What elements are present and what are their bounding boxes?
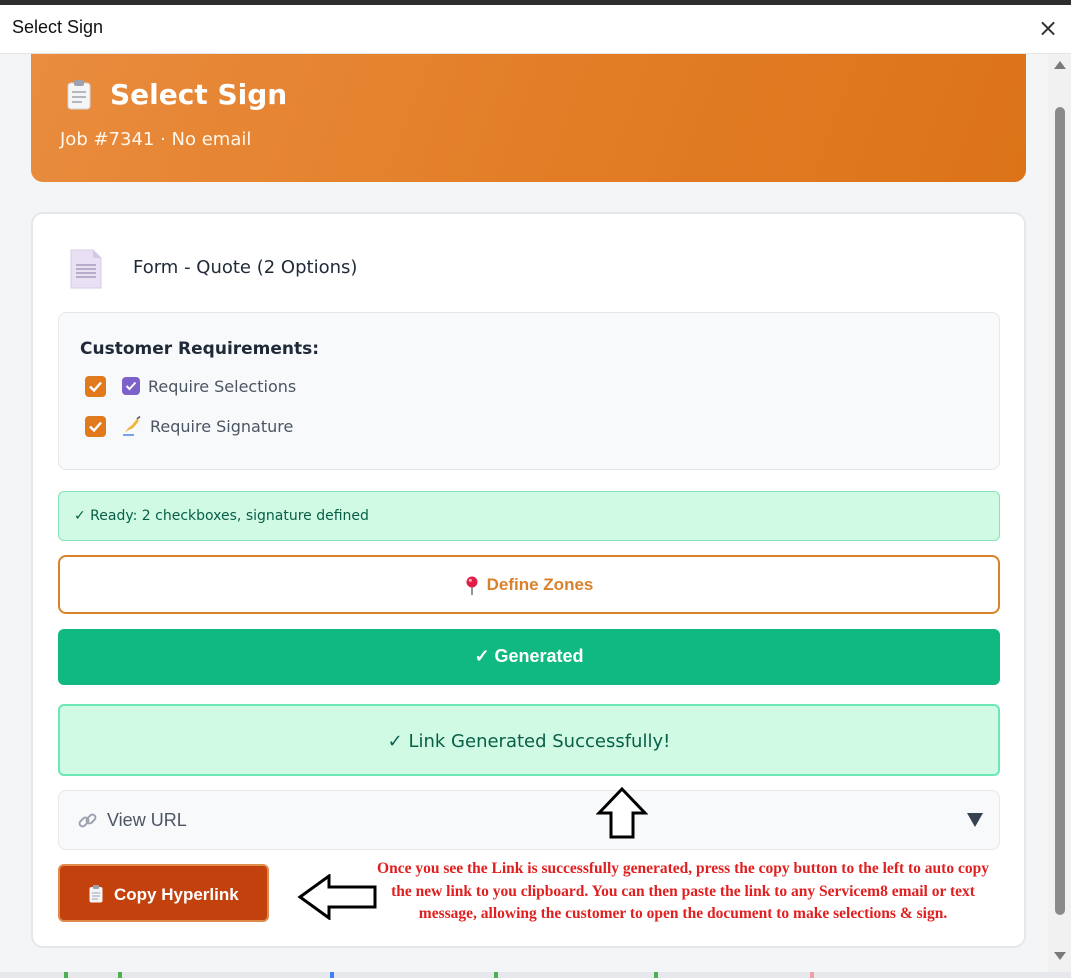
require-selections-checkbox[interactable] [85,375,106,397]
copy-hyperlink-label: Copy Hyperlink [114,885,239,904]
close-icon[interactable]: × [1037,15,1059,41]
scrollbar-thumb[interactable] [1055,107,1065,915]
document-icon [70,249,102,289]
background-page-strip [0,972,1071,978]
header-banner: Select Sign Job #7341 · No email [31,54,1026,182]
define-zones-button[interactable]: Define Zones [58,555,1000,614]
generated-label: ✓ Generated [474,646,584,666]
scroll-down-icon[interactable] [1054,952,1066,960]
dialog-titlebar: Select Sign × [0,5,1071,54]
generated-button[interactable]: ✓ Generated [58,629,1000,685]
writing-hand-icon [122,416,142,436]
clipboard-icon [67,80,91,110]
clipboard-icon [89,885,103,903]
require-selections-label: Require Selections [148,376,297,396]
requirements-title: Customer Requirements: [80,339,320,359]
dialog-title: Select Sign [12,17,104,37]
chevron-down-icon [967,813,983,827]
header-subtitle: Job #7341 · No email [60,129,252,150]
document-card: Form - Quote (2 Options) Customer Requir… [31,212,1026,948]
link-success-text: ✓ Link Generated Successfully! [387,731,671,752]
require-signature-row: Require Signature [85,415,293,437]
copy-hyperlink-button[interactable]: Copy Hyperlink [58,864,269,922]
check-icon [89,421,102,432]
define-zones-label: Define Zones [486,575,594,594]
pin-icon [466,576,478,595]
arrow-left-annotation-icon [297,874,377,920]
header-title: Select Sign [110,78,288,111]
check-icon [89,381,102,392]
scroll-up-icon[interactable] [1054,61,1066,69]
dialog-content: Select Sign Job #7341 · No email Form - … [0,54,1048,972]
link-success-message: ✓ Link Generated Successfully! [58,704,1000,776]
instruction-annotation: Once you see the Link is successfully ge… [377,860,989,923]
customer-requirements-panel: Customer Requirements: Require Selection… [58,312,1000,470]
arrow-up-annotation-icon [596,787,648,839]
view-url-toggle[interactable]: View URL [58,790,1000,850]
document-name: Form - Quote (2 Options) [133,257,358,278]
vertical-scrollbar[interactable] [1048,54,1071,972]
ready-status-text: ✓ Ready: 2 checkboxes, signature defined [74,508,369,524]
ready-status-bar: ✓ Ready: 2 checkboxes, signature defined [58,491,1000,541]
checkbox-emoji-icon [122,377,140,395]
view-url-label: View URL [107,810,187,830]
require-signature-checkbox[interactable] [85,415,106,437]
link-icon [78,813,97,828]
require-selections-row: Require Selections [85,375,296,397]
require-signature-label: Require Signature [150,416,294,436]
